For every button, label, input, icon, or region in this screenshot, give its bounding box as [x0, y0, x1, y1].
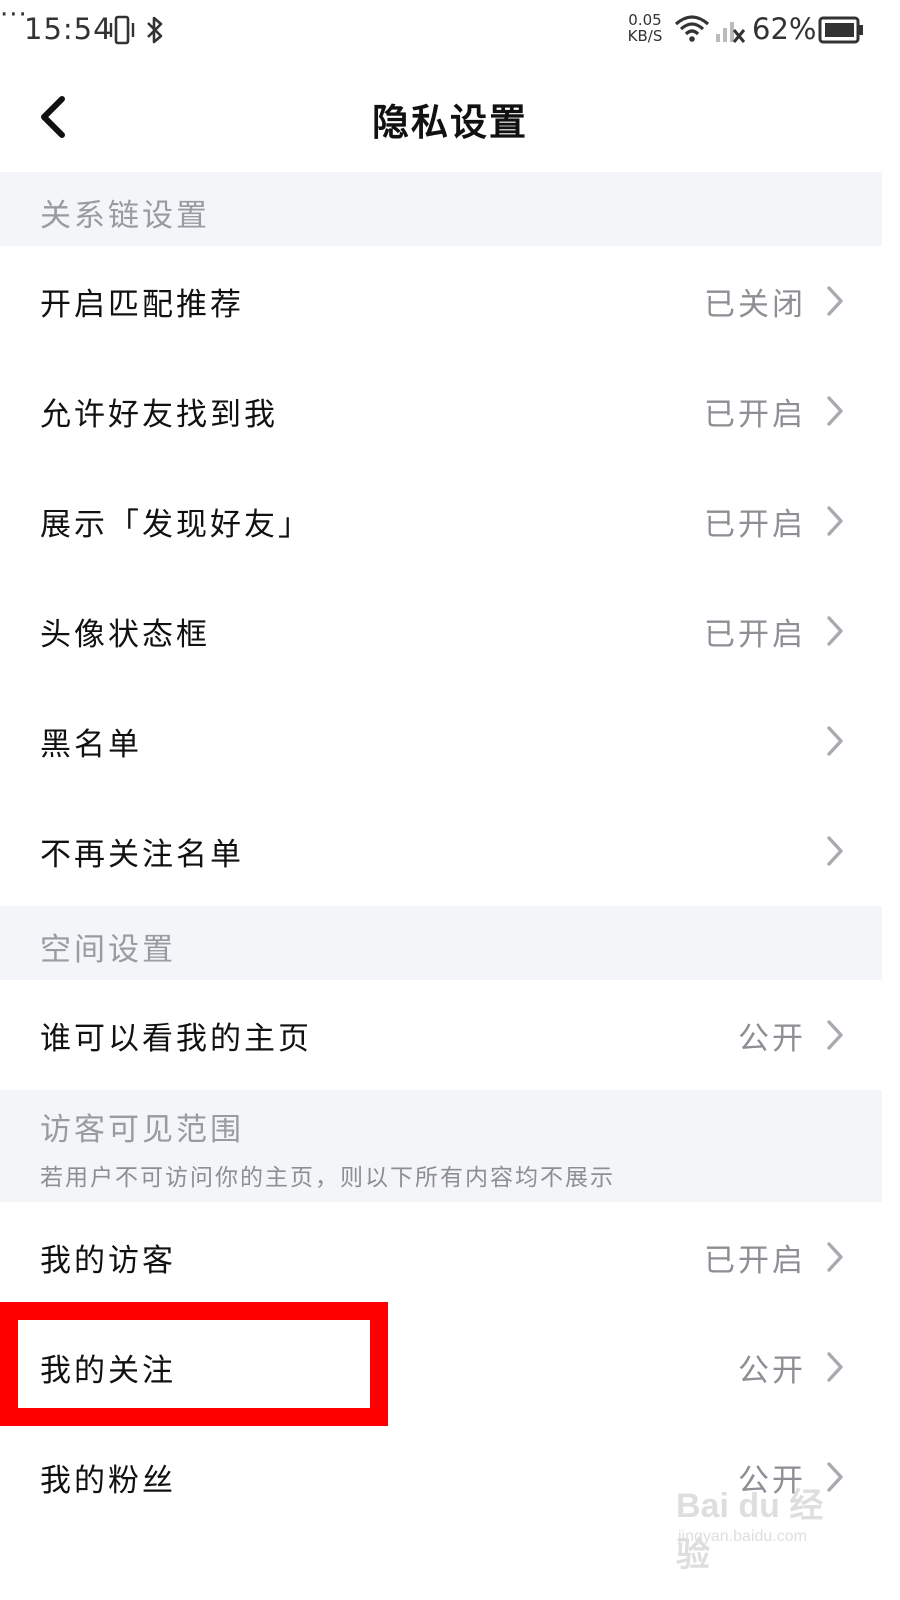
row-label: 我的粉丝 — [40, 1463, 176, 1499]
row-value: 公开 — [738, 1021, 806, 1057]
vibrate-icon — [108, 14, 136, 50]
row-label: 不再关注名单 — [40, 837, 244, 873]
watermark: Bai du 经验 jingyan.baidu.com — [676, 1478, 846, 1574]
section-header-relation: 关系链设置 — [0, 172, 882, 246]
bluetooth-icon — [144, 14, 166, 50]
setting-row-my-visitors[interactable]: 我的访客 已开启 — [0, 1202, 882, 1312]
chevron-right-icon — [827, 1020, 843, 1050]
section-subtitle: 若用户不可访问你的主页，则以下所有内容均不展示 — [40, 1165, 615, 1191]
setting-row-unfollow-list[interactable]: 不再关注名单 — [0, 796, 882, 906]
section-title: 空间设置 — [40, 932, 176, 968]
row-label: 允许好友找到我 — [40, 397, 278, 433]
signal-icon — [714, 14, 746, 50]
battery-percent: 62% — [752, 12, 817, 46]
status-bar: 15:54 ··· 0.05 KB/S 62% — [0, 0, 900, 62]
watermark-url: jingyan.baidu.com — [678, 1528, 807, 1545]
chevron-right-icon — [827, 616, 843, 646]
chevron-right-icon — [827, 286, 843, 316]
row-label: 黑名单 — [40, 727, 142, 763]
setting-row-discover-friends[interactable]: 展示「发现好友」 已开启 — [0, 466, 882, 576]
section-header-space: 空间设置 — [0, 906, 882, 980]
chevron-right-icon — [827, 396, 843, 426]
row-value: 已开启 — [704, 507, 806, 543]
setting-row-match-recommend[interactable]: 开启匹配推荐 已关闭 — [0, 246, 882, 356]
page-title: 隐私设置 — [372, 101, 528, 144]
highlight-box — [0, 1302, 388, 1426]
chevron-right-icon — [827, 726, 843, 756]
section-header-visitor: 访客可见范围 若用户不可访问你的主页，则以下所有内容均不展示 — [0, 1090, 882, 1202]
chevron-right-icon — [827, 506, 843, 536]
network-speed-value: 0.05 — [628, 11, 662, 29]
row-label: 展示「发现好友」 — [40, 507, 312, 543]
watermark-brand: Bai du 经验 — [676, 1487, 824, 1574]
row-value: 已关闭 — [704, 287, 806, 323]
row-label: 开启匹配推荐 — [40, 287, 244, 323]
status-time: 15:54 — [24, 12, 113, 46]
chevron-right-icon — [827, 1242, 843, 1272]
network-speed-unit: KB/S — [627, 27, 663, 45]
battery-icon — [818, 16, 864, 48]
row-value: 公开 — [738, 1353, 806, 1389]
row-label: 谁可以看我的主页 — [40, 1021, 312, 1057]
section-title: 访客可见范围 — [40, 1112, 244, 1148]
chevron-right-icon — [827, 1352, 843, 1382]
network-speed: 0.05 KB/S — [624, 12, 666, 44]
setting-row-friends-find-me[interactable]: 允许好友找到我 已开启 — [0, 356, 882, 466]
wifi-icon — [674, 14, 710, 48]
row-label: 我的访客 — [40, 1243, 176, 1279]
row-value: 已开启 — [704, 617, 806, 653]
row-value: 已开启 — [704, 1243, 806, 1279]
section-title: 关系链设置 — [40, 198, 210, 234]
setting-row-blacklist[interactable]: 黑名单 — [0, 686, 882, 796]
chevron-right-icon — [827, 836, 843, 866]
row-label: 头像状态框 — [40, 617, 210, 653]
setting-row-avatar-frame[interactable]: 头像状态框 已开启 — [0, 576, 882, 686]
setting-row-who-can-view-homepage[interactable]: 谁可以看我的主页 公开 — [0, 980, 882, 1090]
nav-bar: 隐私设置 — [0, 62, 900, 172]
row-value: 已开启 — [704, 397, 806, 433]
